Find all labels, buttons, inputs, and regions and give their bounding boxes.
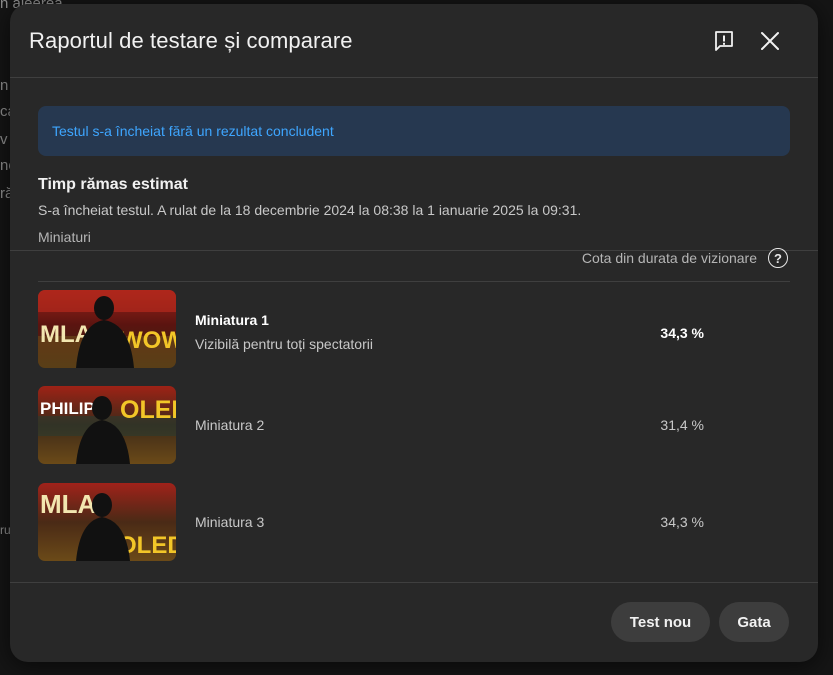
thumbnail-name: Miniatura 3 [195, 514, 265, 530]
col-header-watch-share-label: Cota din durata de vizionare [581, 250, 757, 266]
new-test-button-label: Test nou [629, 613, 692, 631]
thumbnail-image: PHILIPS OLED [38, 386, 176, 464]
thumbnail-row: MLA WOW Miniatura 1 Vizibilă pentru toți… [38, 290, 790, 368]
status-title: Timp rămas estimat [38, 176, 188, 193]
dialog-title: Raportul de testare și comparare [29, 27, 353, 53]
thumbnail-image: MLA OLED [38, 483, 176, 561]
banner-text: Testul s-a încheiat fără un rezultat con… [52, 123, 334, 139]
thumbnail-row: PHILIPS OLED Miniatura 2 31,4 % [38, 386, 790, 464]
report-flag-icon[interactable] [704, 21, 744, 61]
watch-share-value: 31,4 % [660, 417, 704, 433]
thumbnail-name: Miniatura 1 [195, 312, 269, 328]
thumbnail-image: MLA WOW [38, 290, 176, 368]
col-header-thumbnails-label: Miniaturi [38, 229, 91, 245]
col-header-watch-share: Cota din durata de vizionare ? [582, 248, 788, 268]
done-button[interactable]: Gata [719, 602, 789, 642]
status-subtitle: S-a încheiat testul. A rulat de la 18 de… [38, 202, 582, 218]
watch-share-value: 34,3 % [660, 325, 704, 341]
background-text: n [0, 77, 9, 94]
thumbnail-visibility: Vizibilă pentru toți spectatorii [195, 336, 373, 352]
dialog-header: Raportul de testare și comparare [10, 4, 818, 78]
close-icon[interactable] [750, 21, 790, 61]
result-banner: Testul s-a încheiat fără un rezultat con… [38, 106, 790, 156]
background-text: v [0, 131, 8, 148]
watch-share-value: 34,3 % [660, 514, 704, 530]
help-circle-icon[interactable]: ? [768, 248, 788, 268]
test-compare-dialog: Raportul de testare și comparare Testul … [10, 4, 818, 662]
col-header-thumbnails: Miniaturi [38, 229, 91, 245]
new-test-button[interactable]: Test nou [611, 602, 710, 642]
thumbnail-text: OLED [120, 396, 176, 424]
table-header-line [38, 281, 790, 282]
thumbnail-row: MLA OLED Miniatura 3 34,3 % [38, 483, 790, 561]
thumbnail-text: MLA [40, 489, 97, 519]
done-button-label: Gata [737, 613, 771, 631]
thumbnail-name: Miniatura 2 [195, 417, 265, 433]
footer-divider [10, 582, 818, 583]
